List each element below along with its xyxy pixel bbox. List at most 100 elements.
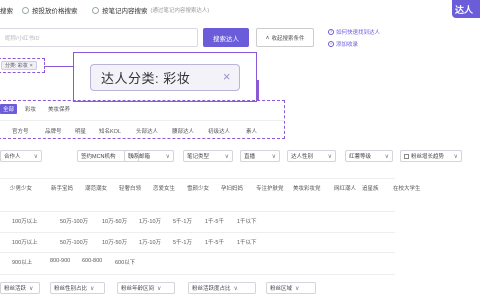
radio-price-mode[interactable]: 按投放价格搜索 [22,5,78,15]
rate-range-option[interactable]: 800-900 [50,258,70,264]
dropdown-label: 粉丝活跃 [4,286,27,292]
type-tab[interactable]: 官方号 [12,127,29,135]
add-favorite-link[interactable]: + 添加收录 [328,40,358,48]
category-tab-skincare[interactable]: 美妆保养 [48,105,70,113]
rate-range-option[interactable]: 900以上 [12,258,32,266]
audience-tag[interactable]: 孕妇妈妈 [221,184,243,192]
divider [0,211,395,212]
dropdown-level[interactable]: 红薯等级 ∨ [345,150,393,162]
type-tab[interactable]: 腰部达人 [172,127,194,135]
close-icon[interactable]: × [223,69,231,84]
search-input[interactable]: 昵称/小红书ID [0,28,198,47]
audience-tag[interactable]: 新手宝妈 [51,184,73,192]
dropdown-fans-gender[interactable]: 粉丝性别占比 ∨ [50,282,105,294]
dropdown-label: 直播 [244,154,256,160]
rate-range-option[interactable]: 600以下 [115,258,135,266]
radio-search-mode[interactable]: 搜索 [0,5,13,15]
price-range-option[interactable]: 1万-10万 [139,238,161,246]
dropdown-label: 粉丝活跃度占比 [192,286,231,292]
type-tab[interactable]: 初级达人 [208,127,230,135]
radio-notes-mode[interactable]: 按笔记内容搜索 (通过笔记内容搜索达人) [92,5,209,15]
price-range-option[interactable]: 1千以下 [237,238,257,246]
selected-filter-label: 分类: 彩妆 [5,63,28,69]
price-range-option[interactable]: 50万-100万 [60,238,88,246]
chevron-down-icon: ∨ [157,285,162,292]
fans-range-option[interactable]: 50万-100万 [60,217,88,225]
selected-filter-highlight: 分类: 彩妆 × [0,58,45,73]
audience-tag[interactable]: 专注护肤党 [256,184,284,192]
fans-range-option[interactable]: 100万以上 [12,217,38,225]
dropdown-label: 红薯等级 [349,154,372,160]
fans-range-option[interactable]: 1千以下 [237,217,257,225]
chevron-down-icon: ∨ [271,153,276,160]
chevron-down-icon: ∨ [29,285,34,292]
category-tab-all[interactable]: 全部 [0,104,18,114]
chevron-down-icon: ∨ [224,153,229,160]
callout-connector [257,80,259,100]
type-tab[interactable]: 素人 [246,127,257,135]
chevron-down-icon: ∨ [327,153,332,160]
type-tab[interactable]: 头部达人 [136,127,158,135]
audience-tag[interactable]: 轻奢白领 [119,184,141,192]
dropdown-cooperator[interactable]: 合作人 ∨ [0,150,42,162]
dropdown-label: 达人性别 [291,154,314,160]
audience-tag[interactable]: 潮范潮女 [85,184,107,192]
influencer-cta-button[interactable]: 达人 [452,0,480,18]
type-tab[interactable]: 品牌号 [45,127,62,135]
audience-tag[interactable]: 在校大学生 [393,184,421,192]
divider [0,274,395,275]
dropdown-fans-activity[interactable]: 粉丝活跃度占比 ∨ [188,282,256,294]
rate-range-option[interactable]: 600-800 [82,258,102,264]
radio-search-label: 搜索 [0,8,13,15]
dropdown-email[interactable]: 联系邮箱 ∨ [124,150,174,162]
dropdown-fans-trend[interactable]: 粉丝增长趋势 ∨ [400,150,462,162]
zoomed-filter-label: 达人分类: 彩妆 [101,71,191,86]
radio-price-label: 按投放价格搜索 [32,8,78,15]
chevron-down-icon: ∨ [384,153,389,160]
collapse-filters-button[interactable]: ∧ 收起搜索条件 [256,28,314,47]
dropdown-gender[interactable]: 达人性别 ∨ [287,150,336,162]
chevron-down-icon: ∨ [453,153,458,160]
radio-circle-icon [22,6,29,14]
price-range-option[interactable]: 1千-5千 [205,238,224,246]
type-tab[interactable]: 明星 [75,127,86,135]
dropdown-label: 笔记类型 [187,154,210,160]
zoomed-filter-tag[interactable]: 达人分类: 彩妆 × [90,64,240,91]
category-tab-makeup[interactable]: 彩妆 [25,105,36,113]
search-button[interactable]: 搜索达人 [203,28,249,47]
selected-filter-tag[interactable]: 分类: 彩妆 × [1,61,37,70]
type-tab[interactable]: 知名KOL [99,127,121,135]
dropdown-label: 联系邮箱 [128,154,151,160]
chevron-down-icon: ∨ [233,285,238,292]
fans-range-option[interactable]: 1万-10万 [139,217,161,225]
divider [0,232,395,233]
dropdown-live[interactable]: 直播 ∨ [240,150,280,162]
audience-tag[interactable]: 少男少女 [10,184,32,192]
dropdown-label: 粉丝年龄区间 [121,286,155,292]
audience-tag[interactable]: 恋爱女生 [153,184,175,192]
audience-tag[interactable]: 追星族 [362,184,379,192]
price-range-option[interactable]: 10万-50万 [102,238,127,246]
audience-tag[interactable]: 雪颜少女 [187,184,209,192]
close-icon[interactable]: × [30,63,33,69]
dropdown-fans-region[interactable]: 粉丝区域 ∨ [266,282,316,294]
help-link[interactable]: ? 如何快速找到达人 [328,28,380,36]
chevron-up-icon: ∧ [265,34,270,41]
chevron-down-icon: ∨ [33,153,38,160]
dropdown-fans-age[interactable]: 粉丝年龄区间 ∨ [117,282,175,294]
audience-tag[interactable]: 美妆彩妆党 [293,184,321,192]
price-range-option[interactable]: 5千-1万 [173,238,192,246]
dropdown-label: 签约MCN机构 [81,154,116,160]
chevron-down-icon: ∨ [90,285,95,292]
fans-range-option[interactable]: 10万-50万 [102,217,127,225]
dropdown-label: 粉丝性别占比 [54,286,88,292]
dropdown-note-type[interactable]: 笔记类型 ∨ [183,150,233,162]
price-range-option[interactable]: 100万以上 [12,238,38,246]
audience-tag[interactable]: 网红潮人 [334,184,356,192]
fans-range-option[interactable]: 1千-5千 [205,217,224,225]
help-link-label: 如何快速找到达人 [336,30,381,36]
divider [0,178,395,179]
fans-range-option[interactable]: 5千-1万 [173,217,192,225]
dropdown-fans-active[interactable]: 粉丝活跃 ∨ [0,282,40,294]
callout-connector [45,66,73,67]
